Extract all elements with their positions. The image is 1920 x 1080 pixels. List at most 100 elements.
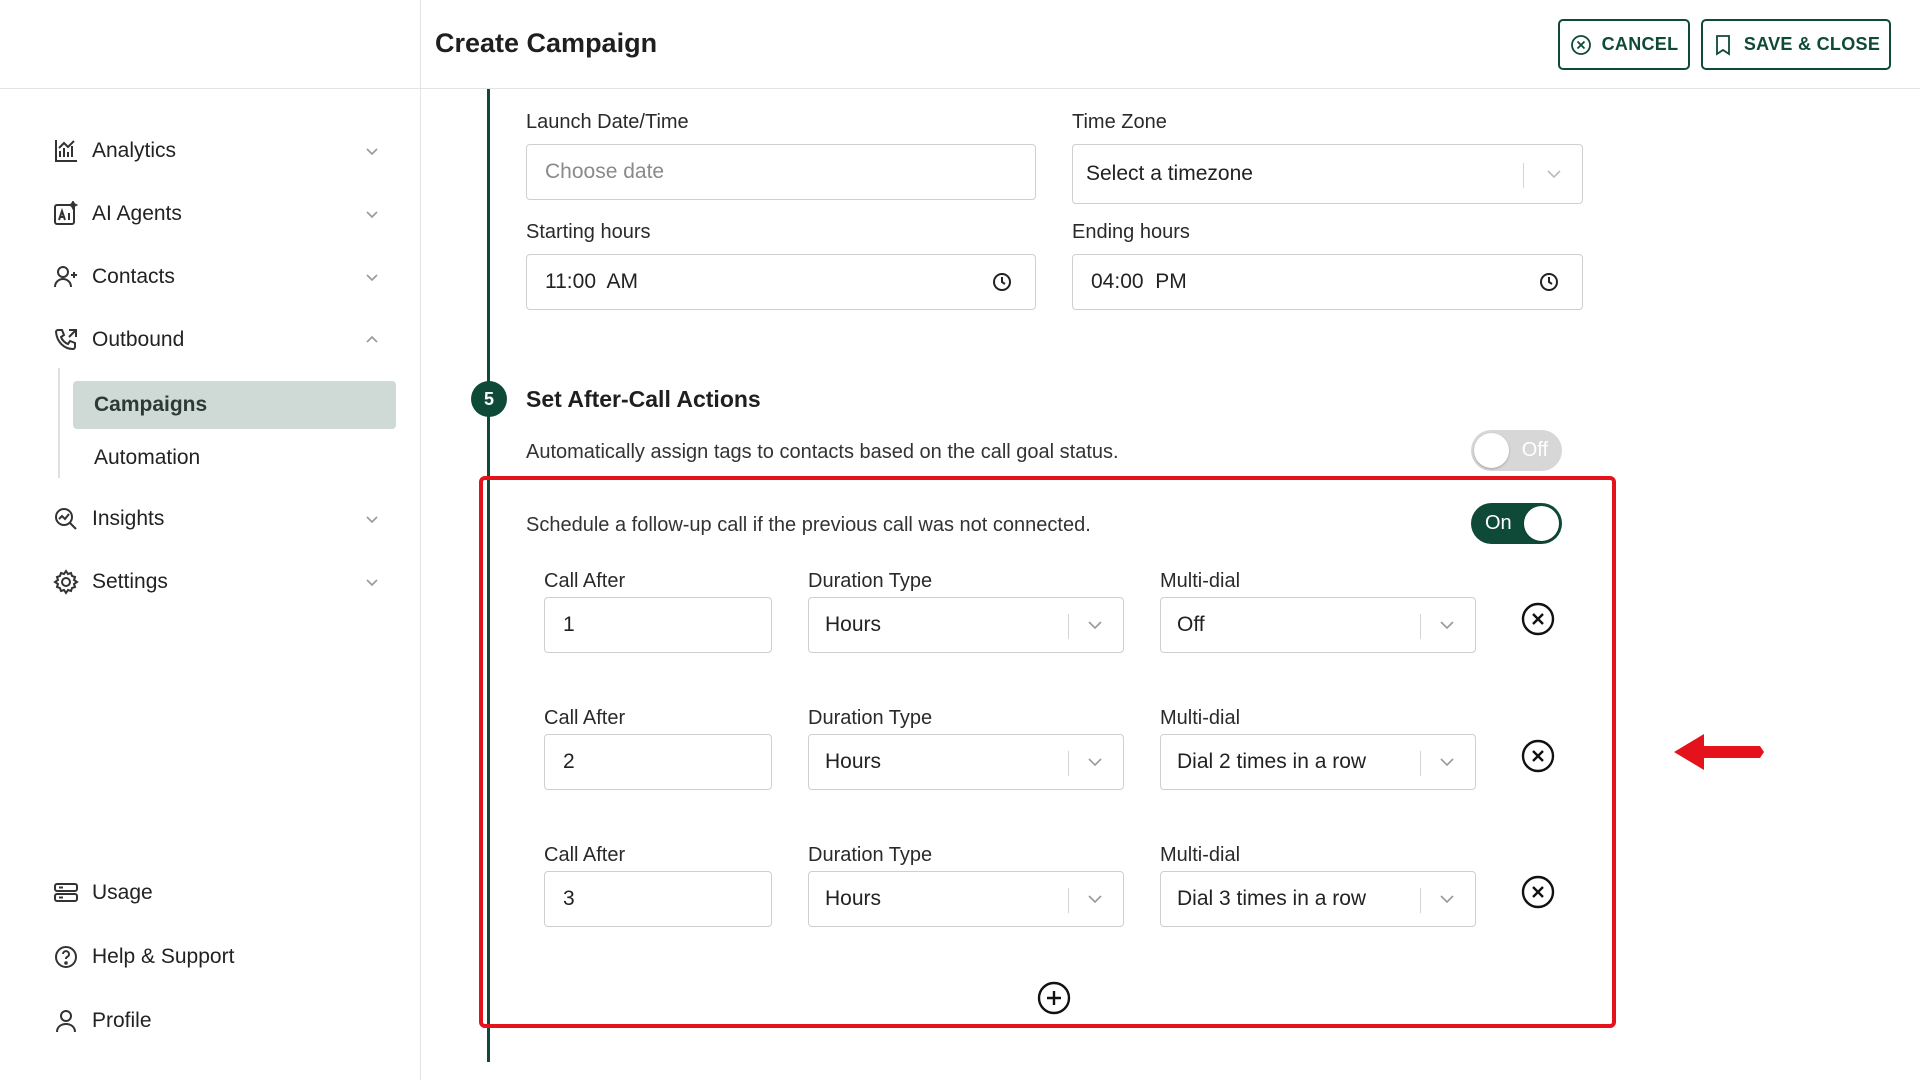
select-separator	[1420, 614, 1421, 639]
multi-dial-value: Dial 3 times in a row	[1177, 887, 1367, 910]
launch-date-input[interactable]: Choose date	[526, 144, 1036, 200]
gear-icon	[52, 568, 80, 596]
toggle-knob	[1474, 433, 1509, 468]
multi-dial-label: Multi-dial	[1160, 844, 1241, 866]
sidebar-item-insights[interactable]: Insights	[52, 499, 382, 539]
chevron-down-icon	[362, 509, 382, 529]
sidebar-item-help[interactable]: Help & Support	[52, 937, 382, 977]
call-after-input[interactable]: 1	[544, 597, 772, 653]
cancel-button[interactable]: CANCEL	[1558, 19, 1690, 70]
chevron-down-icon	[1440, 621, 1454, 630]
duration-type-select[interactable]: Hours	[808, 597, 1124, 653]
starting-hours-input[interactable]: 11:00 AM	[526, 254, 1036, 310]
insights-icon	[52, 505, 80, 533]
sidebar-item-label: Help & Support	[92, 945, 235, 968]
sidebar-item-label: Settings	[92, 570, 168, 593]
chevron-down-icon	[362, 141, 382, 161]
ending-hours-input[interactable]: 04:00 PM	[1072, 254, 1583, 310]
select-separator	[1523, 163, 1524, 188]
chevron-down-icon	[362, 204, 382, 224]
chevron-down-icon	[362, 572, 382, 592]
remove-row-icon[interactable]	[1520, 874, 1556, 910]
sidebar-item-analytics[interactable]: Analytics	[52, 131, 382, 171]
sidebar-item-usage[interactable]: Usage	[52, 873, 382, 913]
timezone-label: Time Zone	[1072, 111, 1167, 133]
toggle-knob	[1524, 506, 1559, 541]
cancel-button-label: CANCEL	[1601, 34, 1679, 54]
chevron-down-icon	[362, 267, 382, 287]
call-after-input[interactable]: 2	[544, 734, 772, 790]
timezone-select[interactable]: Select a timezone	[1072, 144, 1583, 204]
save-close-button[interactable]: SAVE & CLOSE	[1701, 19, 1891, 70]
select-separator	[1420, 751, 1421, 776]
sidebar-subitem-automation[interactable]: Automation	[73, 434, 396, 482]
sidebar-item-label: Outbound	[92, 328, 185, 351]
duration-type-value: Hours	[825, 613, 882, 636]
submenu-divider	[58, 368, 60, 478]
add-row-icon[interactable]	[1036, 980, 1072, 1016]
page-header: Create Campaign CANCEL SAVE & CLOSE	[421, 0, 1920, 89]
sidebar-item-ai-agents[interactable]: AI Agents	[52, 194, 382, 234]
sidebar-item-label: Contacts	[92, 265, 175, 288]
bookmark-icon	[1715, 34, 1730, 56]
analytics-icon	[52, 137, 80, 165]
multi-dial-label: Multi-dial	[1160, 570, 1241, 592]
close-circle-icon	[1570, 34, 1591, 55]
followup-toggle[interactable]: On	[1471, 503, 1562, 544]
multi-dial-select[interactable]: Off	[1160, 597, 1476, 653]
sidebar-item-label: Insights	[92, 507, 165, 530]
chevron-down-icon	[1440, 758, 1454, 767]
multi-dial-select[interactable]: Dial 2 times in a row	[1160, 734, 1476, 790]
toggle-label: On	[1485, 512, 1512, 534]
ai-agents-icon	[52, 200, 80, 228]
sidebar-item-label: Analytics	[92, 139, 177, 162]
select-separator	[1068, 614, 1069, 639]
auto-tag-toggle[interactable]: Off	[1471, 430, 1562, 471]
auto-tag-description: Automatically assign tags to contacts ba…	[526, 441, 1119, 463]
chevron-down-icon	[1547, 170, 1561, 179]
sidebar-header	[0, 0, 420, 89]
select-separator	[1420, 888, 1421, 913]
launch-date-label: Launch Date/Time	[526, 111, 689, 133]
call-after-input[interactable]: 3	[544, 871, 772, 927]
duration-type-label: Duration Type	[808, 844, 933, 866]
starting-hours-label: Starting hours	[526, 221, 651, 243]
clock-icon[interactable]	[991, 271, 1013, 293]
multi-dial-value: Dial 2 times in a row	[1177, 750, 1367, 773]
multi-dial-label: Multi-dial	[1160, 707, 1241, 729]
ending-hours-value: 04:00 PM	[1091, 270, 1187, 293]
select-separator	[1068, 751, 1069, 776]
duration-type-select[interactable]: Hours	[808, 734, 1124, 790]
duration-type-select[interactable]: Hours	[808, 871, 1124, 927]
sidebar-item-label: AI Agents	[92, 202, 182, 225]
sidebar-item-label: Usage	[92, 881, 153, 904]
sidebar-item-contacts[interactable]: Contacts	[52, 257, 382, 297]
multi-dial-select[interactable]: Dial 3 times in a row	[1160, 871, 1476, 927]
toggle-label: Off	[1521, 439, 1548, 461]
followup-description: Schedule a follow-up call if the previou…	[526, 514, 1091, 536]
chevron-up-icon	[362, 330, 382, 350]
profile-icon	[52, 1007, 80, 1035]
phone-outbound-icon	[52, 326, 80, 354]
clock-icon[interactable]	[1538, 271, 1560, 293]
call-after-label: Call After	[544, 844, 626, 866]
remove-row-icon[interactable]	[1520, 601, 1556, 637]
sidebar-item-settings[interactable]: Settings	[52, 562, 382, 602]
sidebar-item-profile[interactable]: Profile	[52, 1001, 382, 1041]
duration-type-value: Hours	[825, 887, 882, 910]
multi-dial-value: Off	[1177, 613, 1205, 636]
help-icon	[52, 943, 80, 971]
chevron-down-icon	[1440, 895, 1454, 904]
sidebar-item-outbound[interactable]: Outbound	[52, 320, 382, 360]
section-title: Set After-Call Actions	[526, 386, 761, 412]
remove-row-icon[interactable]	[1520, 738, 1556, 774]
duration-type-label: Duration Type	[808, 707, 933, 729]
save-close-button-label: SAVE & CLOSE	[1743, 34, 1881, 54]
duration-type-label: Duration Type	[808, 570, 933, 592]
sidebar-item-label: Profile	[92, 1009, 152, 1032]
sidebar-subitem-campaigns[interactable]: Campaigns	[73, 381, 396, 429]
starting-hours-value: 11:00 AM	[545, 270, 639, 293]
sidebar: Analytics AI Agents Contacts Outbound Ca…	[0, 0, 421, 1080]
chevron-down-icon	[1088, 621, 1102, 630]
arrow-left-icon	[1674, 734, 1764, 770]
